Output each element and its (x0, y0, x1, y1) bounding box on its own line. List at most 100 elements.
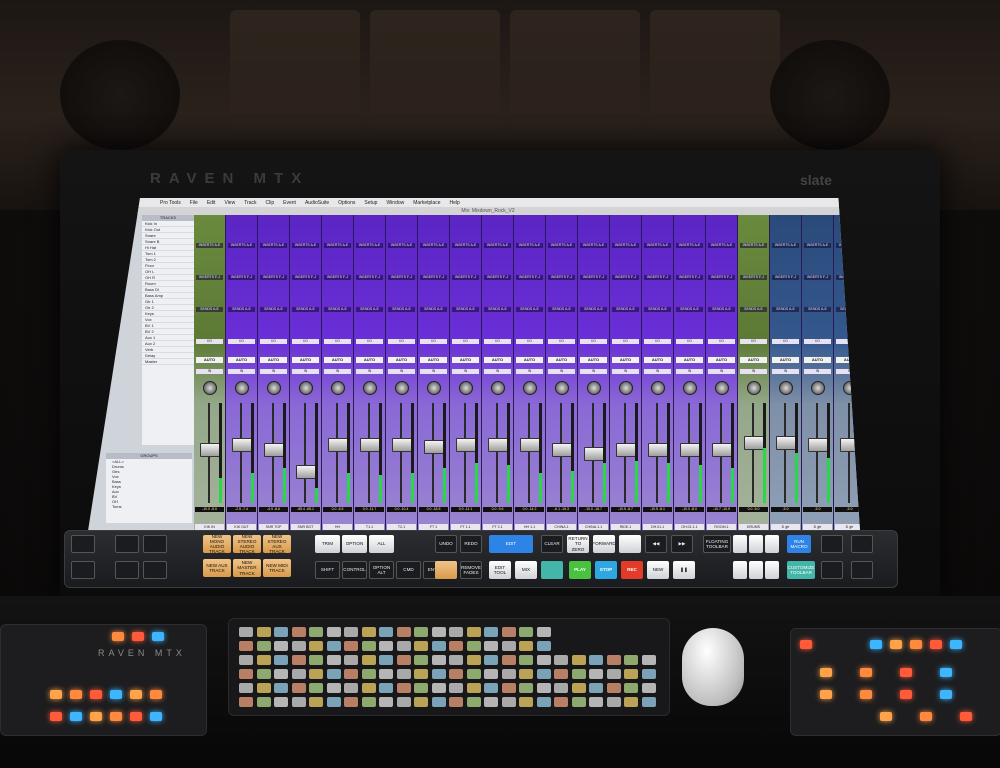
controller-button[interactable] (860, 690, 872, 699)
input-button[interactable]: IN (388, 369, 415, 374)
automation-button[interactable]: AUTO (356, 357, 383, 363)
keyboard-key[interactable] (344, 697, 358, 707)
inserts-ae-label[interactable]: INSERTS A-E (356, 243, 383, 248)
inserts-fj-label[interactable]: INSERTS F-J (740, 275, 767, 280)
keyboard-key[interactable] (641, 669, 656, 679)
keyboard-key[interactable] (519, 655, 533, 665)
input-button[interactable]: IN (292, 369, 319, 374)
remove-fades-button[interactable]: REMOVE FADES (460, 561, 482, 579)
keyboard-key[interactable] (484, 683, 498, 693)
keyboard-key[interactable] (519, 669, 533, 679)
redo-button[interactable]: REDO (460, 535, 482, 553)
toolbar-button[interactable] (765, 561, 779, 579)
menu-item[interactable]: Marketplace (413, 200, 440, 206)
pan-knob[interactable] (331, 381, 345, 395)
inserts-ae-label[interactable]: INSERTS A-E (612, 243, 639, 248)
controller-button[interactable] (110, 690, 122, 699)
inserts-ae-label[interactable]: INSERTS A-E (388, 243, 415, 248)
keyboard-key[interactable] (326, 669, 341, 679)
keyboard-key[interactable] (606, 669, 621, 679)
keyboard-key[interactable] (414, 655, 428, 665)
keyboard-key[interactable] (641, 655, 656, 665)
io-label[interactable]: I/O (388, 339, 415, 344)
controller-button[interactable] (800, 640, 812, 649)
pan-knob[interactable] (267, 381, 281, 395)
menu-item[interactable]: Options (338, 200, 355, 206)
sends-ae-label[interactable]: SENDS A-E (356, 307, 383, 312)
input-button[interactable]: IN (580, 369, 607, 374)
menu-item[interactable]: Help (449, 200, 459, 206)
automation-button[interactable]: AUTO (676, 357, 703, 363)
pan-knob[interactable] (747, 381, 761, 395)
toolbar-button[interactable] (749, 535, 763, 553)
keyboard-key[interactable] (274, 697, 288, 707)
inserts-ae-label[interactable]: INSERTS A-E (516, 243, 543, 248)
controller-button[interactable] (132, 632, 144, 641)
input-button[interactable]: IN (676, 369, 703, 374)
automation-button[interactable]: AUTO (196, 357, 223, 363)
keyboard-key[interactable] (536, 669, 551, 679)
keyboard-key[interactable] (344, 669, 358, 679)
inserts-fj-label[interactable]: INSERTS F-J (580, 275, 607, 280)
page-button[interactable] (851, 561, 873, 579)
keyboard-key[interactable] (466, 627, 481, 637)
controller-button[interactable] (910, 640, 922, 649)
undo-button[interactable]: UNDO (435, 535, 457, 553)
keyboard-key[interactable] (309, 655, 323, 665)
volume-fader[interactable] (488, 438, 508, 453)
inserts-fj-label[interactable]: INSERTS F-J (484, 275, 511, 280)
modifier-button[interactable]: OPTION (342, 535, 367, 553)
keyboard-key[interactable] (536, 683, 551, 693)
pan-knob[interactable] (299, 381, 313, 395)
io-label[interactable]: I/O (676, 339, 703, 344)
input-button[interactable]: IN (740, 369, 767, 374)
io-label[interactable]: I/O (740, 339, 767, 344)
input-button[interactable]: IN (260, 369, 287, 374)
new-track-button[interactable]: NEW AUX TRACK (203, 559, 231, 577)
rtz-button[interactable]: RETURN TO ZERO (567, 535, 589, 553)
pan-knob[interactable] (427, 381, 441, 395)
keyboard-key[interactable] (589, 669, 603, 679)
edit-window-button[interactable]: EDIT (489, 535, 533, 553)
keyboard-key[interactable] (326, 641, 341, 651)
volume-fader[interactable] (392, 438, 412, 453)
volume-fader[interactable] (264, 442, 284, 457)
pause-button[interactable]: ❚❚ (673, 561, 695, 579)
keyboard-key[interactable] (484, 669, 498, 679)
keyboard-key[interactable] (606, 655, 621, 665)
keyboard-key[interactable] (326, 697, 341, 707)
keyboard-key[interactable] (326, 627, 341, 637)
sends-ae-label[interactable]: SENDS A-E (676, 307, 703, 312)
record-button[interactable]: REC (621, 561, 643, 579)
input-button[interactable]: IN (708, 369, 735, 374)
menu-item[interactable]: AudioSuite (305, 200, 329, 206)
new-track-button[interactable]: NEW MASTER TRACK (233, 559, 261, 577)
keyboard-key[interactable] (239, 669, 253, 679)
marker-button[interactable] (619, 535, 641, 553)
keyboard-key[interactable] (624, 697, 638, 707)
toolbar-button[interactable] (765, 535, 779, 553)
inserts-ae-label[interactable]: INSERTS A-E (260, 243, 287, 248)
automation-button[interactable]: AUTO (516, 357, 543, 363)
inserts-fj-label[interactable]: INSERTS F-J (772, 275, 799, 280)
keyboard-key[interactable] (361, 641, 376, 651)
track-list-item[interactable]: Master (142, 359, 194, 365)
inserts-fj-label[interactable]: INSERTS F-J (260, 275, 287, 280)
modifier-button[interactable]: TRIM (315, 535, 340, 553)
keyboard-key[interactable] (536, 641, 551, 651)
inserts-ae-label[interactable]: INSERTS A-E (740, 243, 767, 248)
inserts-ae-label[interactable]: INSERTS A-E (676, 243, 703, 248)
inserts-fj-label[interactable]: INSERTS F-J (708, 275, 735, 280)
keyboard-key[interactable] (431, 641, 446, 651)
keyboard-key[interactable] (309, 627, 323, 637)
sends-ae-label[interactable]: SENDS A-E (612, 307, 639, 312)
input-button[interactable]: IN (420, 369, 447, 374)
sends-ae-label[interactable]: SENDS A-E (260, 307, 287, 312)
inserts-ae-label[interactable]: INSERTS A-E (324, 243, 351, 248)
keyboard-key[interactable] (589, 655, 603, 665)
toolbar-button[interactable] (749, 561, 763, 579)
keyboard-key[interactable] (484, 697, 498, 707)
io-label[interactable]: I/O (196, 339, 223, 344)
automation-button[interactable]: AUTO (228, 357, 255, 363)
pan-knob[interactable] (555, 381, 569, 395)
